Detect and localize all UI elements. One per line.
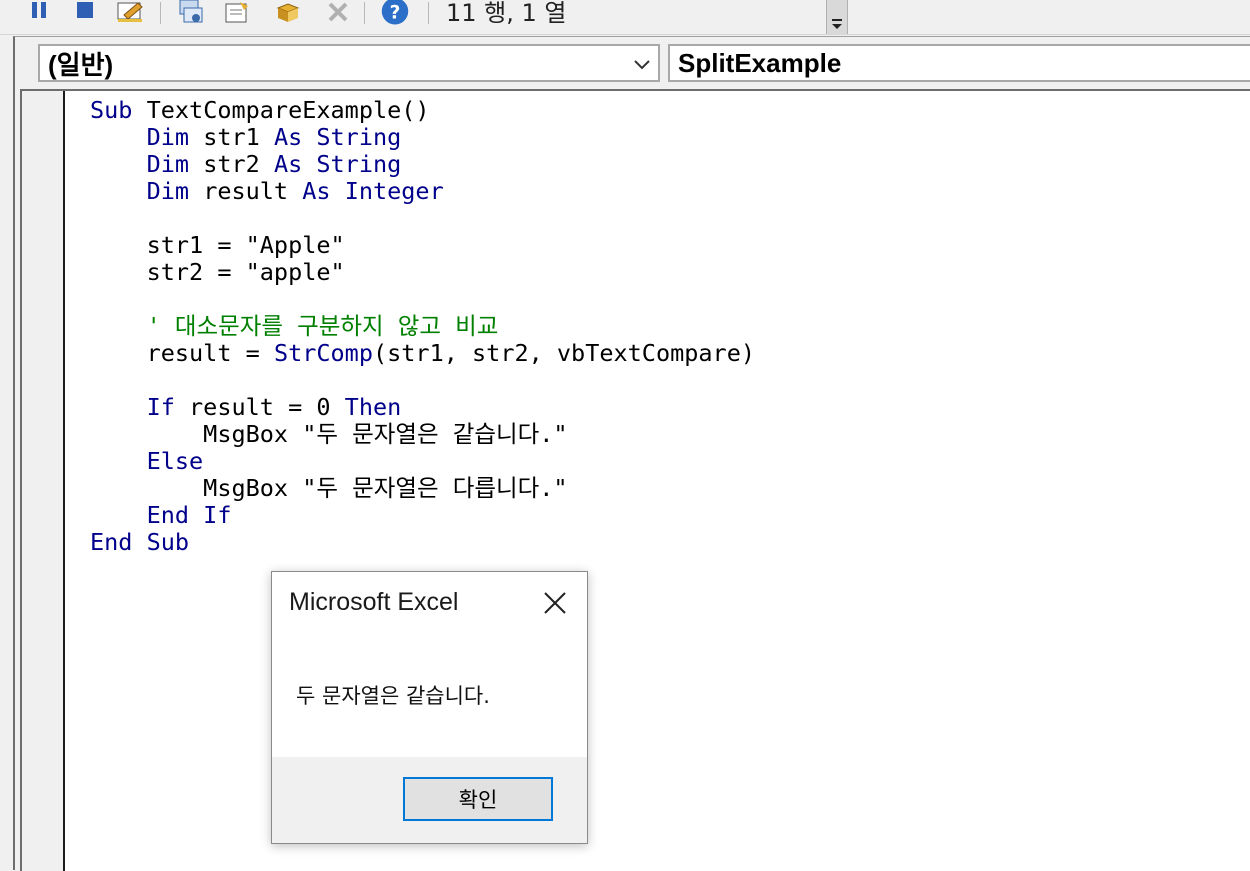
code-editor[interactable]: Sub TextCompareExample() Dim str1 As Str… <box>20 89 1250 871</box>
code-keyword: Dim <box>146 123 190 151</box>
code-line[interactable] <box>90 367 755 394</box>
code-line[interactable]: result = StrComp(str1, str2, vbTextCompa… <box>90 340 755 367</box>
toolbox-icon[interactable] <box>324 0 354 26</box>
code-line[interactable]: MsgBox "두 문자열은 같습니다." <box>90 421 755 448</box>
code-keyword: End Sub <box>90 528 190 556</box>
ok-button[interactable]: 확인 <box>403 777 553 821</box>
code-line[interactable] <box>90 286 755 313</box>
code-token: result <box>189 177 303 205</box>
code-keyword: Dim <box>146 177 190 205</box>
code-keyword: Integer <box>344 177 444 205</box>
project-explorer-icon[interactable] <box>176 0 206 26</box>
close-icon[interactable] <box>540 588 570 618</box>
code-line[interactable] <box>90 205 755 232</box>
code-token: str2 = "apple" <box>90 258 345 286</box>
code-keyword: Dim <box>146 150 190 178</box>
code-comment: ' 대소문자를 구분하지 않고 비교 <box>146 312 499 340</box>
dialog-message: 두 문자열은 같습니다. <box>296 684 490 708</box>
code-token: TextCompareExample() <box>132 96 430 124</box>
code-keyword: As <box>273 123 303 151</box>
margin-indicator-bar[interactable] <box>22 91 65 871</box>
code-keyword: Sub <box>90 96 133 124</box>
code-line[interactable]: Dim str1 As String <box>90 124 755 151</box>
help-icon[interactable]: ? <box>380 0 410 26</box>
code-line[interactable]: MsgBox "두 문자열은 다릅니다." <box>90 475 755 502</box>
code-keyword: As <box>302 177 331 205</box>
code-text[interactable]: Sub TextCompareExample() Dim str1 As Str… <box>90 97 755 556</box>
code-keyword: Else <box>146 447 204 475</box>
code-keyword: Then <box>344 393 402 421</box>
code-keyword: String <box>316 123 402 151</box>
code-token: result = <box>90 339 274 367</box>
code-line[interactable]: ' 대소문자를 구분하지 않고 비교 <box>90 313 755 340</box>
code-token: MsgBox "두 문자열은 같습니다." <box>90 420 568 448</box>
code-keyword: As <box>273 150 303 178</box>
stop-icon[interactable] <box>70 0 100 26</box>
code-token: MsgBox "두 문자열은 다릅니다." <box>90 474 568 502</box>
code-line[interactable]: str1 = "Apple" <box>90 232 755 259</box>
object-combobox[interactable]: (일반) <box>38 44 660 82</box>
design-mode-icon[interactable] <box>116 0 146 26</box>
dialog-footer: 확인 <box>272 757 587 843</box>
cursor-position-status: 11 행, 1 열 <box>446 0 567 27</box>
code-keyword: End If <box>146 501 232 529</box>
properties-icon[interactable] <box>222 0 252 26</box>
toolbar-options-chevron-icon[interactable] <box>826 0 848 34</box>
procedure-combobox-value: SplitExample <box>678 47 842 78</box>
code-token: (str1, str2, vbTextCompare) <box>372 339 755 367</box>
code-line[interactable]: Dim result As Integer <box>90 178 755 205</box>
code-line[interactable]: Sub TextCompareExample() <box>90 97 755 124</box>
code-token: str2 <box>189 150 274 178</box>
code-line[interactable]: If result = 0 Then <box>90 394 755 421</box>
code-token: str1 <box>189 123 274 151</box>
code-window: (일반) SplitExample Sub TextCompareExample… <box>13 36 1250 871</box>
code-token: result = 0 <box>174 393 345 421</box>
code-line[interactable]: End Sub <box>90 529 755 556</box>
code-line[interactable]: Dim str2 As String <box>90 151 755 178</box>
code-line[interactable]: End If <box>90 502 755 529</box>
message-box-dialog: Microsoft Excel 두 문자열은 같습니다. 확인 <box>271 571 588 844</box>
object-combobox-value: (일반) <box>48 49 114 80</box>
code-token: str1 = "Apple" <box>90 231 345 259</box>
svg-text:?: ? <box>390 2 401 23</box>
dialog-title: Microsoft Excel <box>289 588 459 616</box>
chevron-down-icon[interactable] <box>632 55 652 73</box>
code-keyword: StrComp <box>273 339 373 367</box>
pause-icon[interactable] <box>24 0 54 26</box>
standard-toolbar: ? 11 행, 1 열 <box>0 0 1250 35</box>
code-line[interactable]: Else <box>90 448 755 475</box>
code-keyword: String <box>316 150 402 178</box>
procedure-combobox[interactable]: SplitExample <box>668 44 1250 82</box>
code-line[interactable]: str2 = "apple" <box>90 259 755 286</box>
object-browser-icon[interactable] <box>274 0 304 26</box>
code-keyword: If <box>146 393 175 421</box>
